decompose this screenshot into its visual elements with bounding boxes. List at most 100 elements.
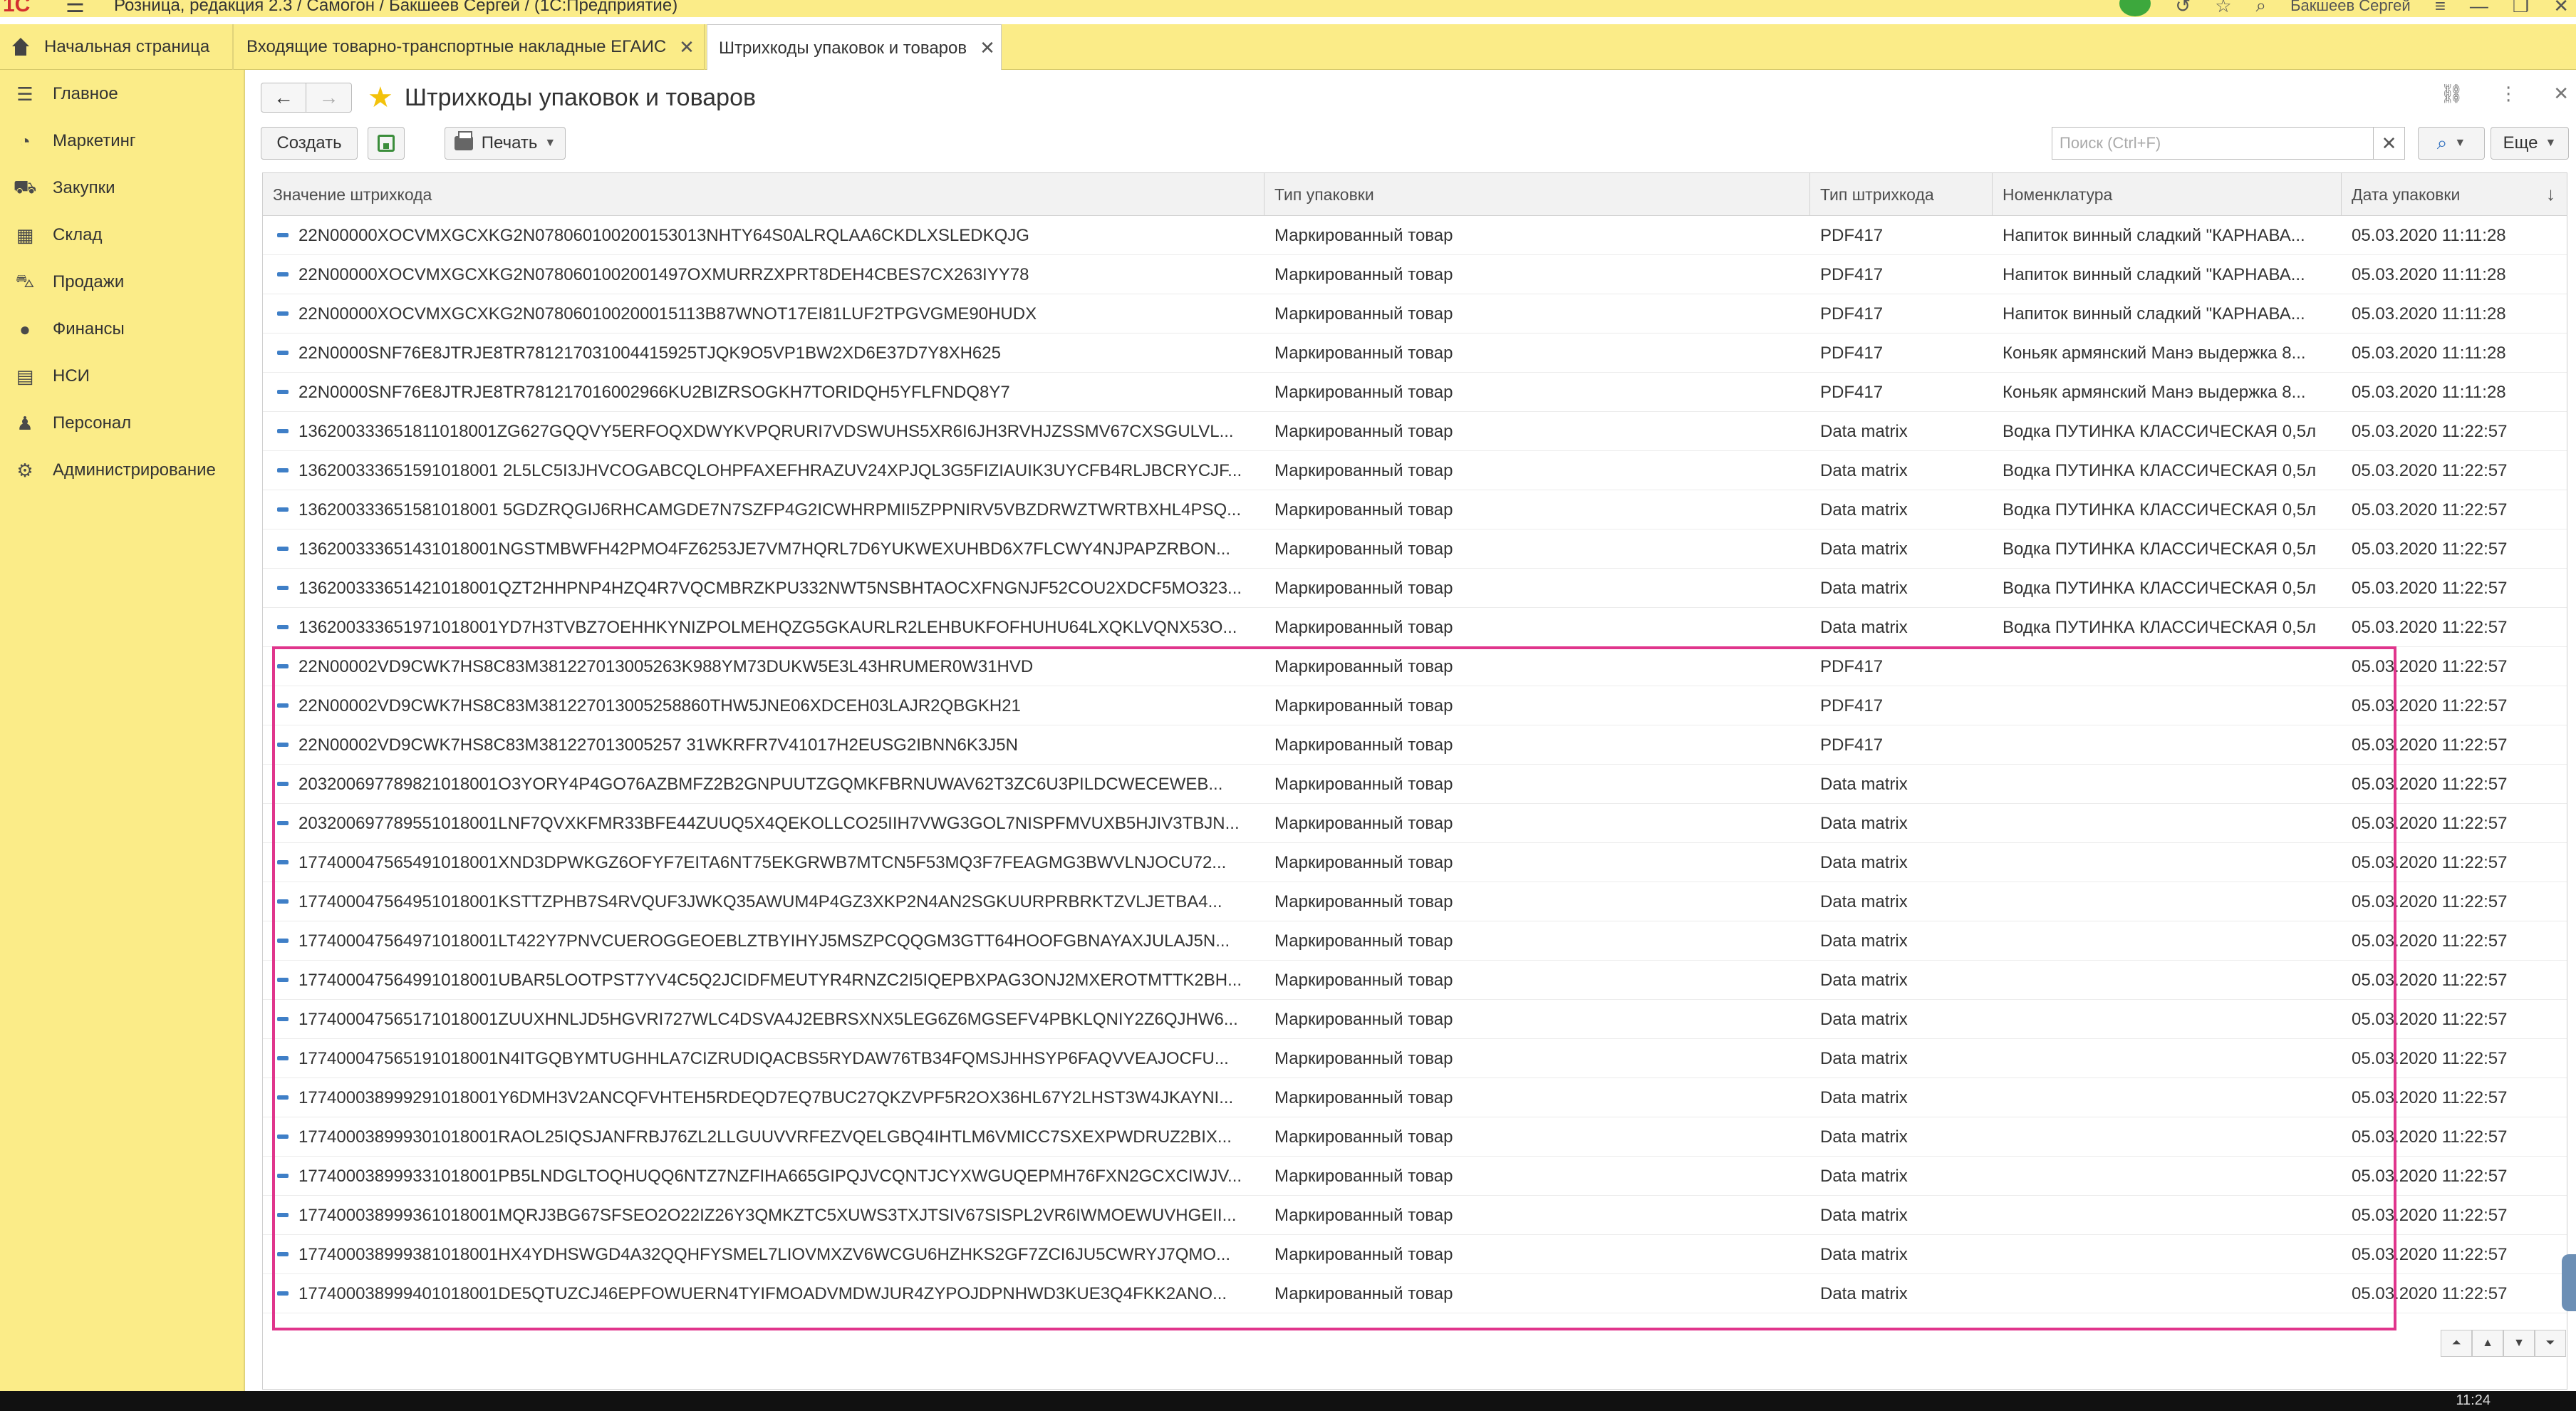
favorite-star-icon[interactable]: ★	[368, 83, 393, 112]
sidebar-item-sales[interactable]: ⛍ Продажи	[0, 261, 245, 304]
current-user[interactable]: Бакшеев Сергей	[2290, 0, 2411, 15]
scroll-last-icon[interactable]: ⏷	[2535, 1330, 2566, 1357]
column-header-package-type[interactable]: Тип упаковки	[1264, 173, 1810, 216]
table-row[interactable]: 177400047565191018001N4ITGQBYMTUGHHLA7CI…	[263, 1039, 2567, 1078]
table-row[interactable]: 177400038999381018001HX4YDHSWGD4A32QQHFY…	[263, 1235, 2567, 1274]
cell-package-type: Маркированный товар	[1264, 373, 1810, 412]
table-row[interactable]: 136200333651421018001QZT2HHPNP4HZQ4R7VQC…	[263, 569, 2567, 608]
table-row[interactable]: 22N00000XOCVMXGCXKG2N078060100200153013N…	[263, 216, 2567, 255]
search-icon[interactable]: ⌕	[2256, 0, 2267, 17]
print-button[interactable]: Печать ▼	[445, 127, 566, 160]
cell-nomenclature	[1993, 1000, 2342, 1039]
sort-descending-icon[interactable]: ↓	[2546, 183, 2555, 205]
table-row[interactable]: 177400038999361018001MQRJ3BG67SFSEO2O22I…	[263, 1196, 2567, 1235]
cell-barcode-type: Data matrix	[1810, 412, 1993, 451]
close-form-icon[interactable]: ✕	[2553, 83, 2569, 105]
sidebar-item-marketing[interactable]: ◔ Маркетинг	[0, 120, 245, 162]
cell-pack-date-text: 05.03.2020 11:22:57	[2352, 813, 2508, 833]
side-panel-handle[interactable]	[2562, 1254, 2576, 1311]
main-menu-icon[interactable]: ☰	[66, 0, 85, 17]
close-tab-icon[interactable]: ✕	[679, 36, 695, 58]
close-tab-icon[interactable]: ✕	[980, 37, 995, 59]
table-row[interactable]: 22N0000SNF76E8JTRJE8TR781217031004415925…	[263, 334, 2567, 373]
cell-package-type-text: Маркированный товар	[1274, 1127, 1453, 1147]
tab-barcodes[interactable]: Штрихкоды упаковок и товаров ✕	[707, 24, 1002, 71]
table-row[interactable]: 203200697789551018001LNF7QVXKFMR33BFE44Z…	[263, 804, 2567, 843]
table-row[interactable]: 136200333651591018001 2L5LC5I3JHVCOGABCQ…	[263, 451, 2567, 490]
table-row[interactable]: 177400047564951018001KSTTZPHB7S4RVQUF3JW…	[263, 882, 2567, 921]
sidebar-item-warehouse[interactable]: ▦ Склад	[0, 214, 245, 257]
cell-pack-date-text: 05.03.2020 11:22:57	[2352, 500, 2508, 520]
table-row[interactable]: 177400047565491018001XND3DPWKGZ6OFYF7EIT…	[263, 843, 2567, 882]
clear-search-button[interactable]: ✕	[2374, 127, 2405, 160]
table-row[interactable]: 136200333651431018001NGSTMBWFH42PMO4FZ62…	[263, 529, 2567, 569]
cell-nomenclature	[1993, 1117, 2342, 1157]
more-button[interactable]: Еще ▼	[2491, 127, 2569, 160]
forward-button[interactable]: →	[306, 83, 352, 113]
sidebar-item-finance[interactable]: ● Финансы	[0, 308, 245, 351]
search-options-button[interactable]: ⌕ ▼	[2418, 127, 2485, 160]
table-row[interactable]: 22N00002VD9CWK7HS8C83M381227013005263K98…	[263, 647, 2567, 686]
save-list-button[interactable]	[368, 127, 405, 160]
scroll-first-icon[interactable]: ⏶	[2441, 1330, 2472, 1357]
table-row[interactable]: 177400047564991018001UBAR5LOOTPST7YV4C5Q…	[263, 961, 2567, 1000]
tab-label: Входящие товарно-транспортные накладные …	[246, 37, 667, 56]
table-row[interactable]: 177400047565171018001ZUUXHNLJD5HGVRI727W…	[263, 1000, 2567, 1039]
tab-home[interactable]: Начальная страница	[0, 24, 234, 70]
cell-pack-date: 05.03.2020 11:11:28	[2342, 216, 2567, 255]
link-icon[interactable]: ⛓	[2440, 83, 2463, 105]
column-header-label: Дата упаковки	[2352, 185, 2461, 204]
notifications-icon[interactable]	[2119, 0, 2151, 16]
table-row[interactable]: 22N00002VD9CWK7HS8C83M381227013005258860…	[263, 686, 2567, 725]
table-row[interactable]: 22N00002VD9CWK7HS8C83M381227013005257 31…	[263, 725, 2567, 765]
back-button[interactable]: ←	[261, 83, 306, 113]
history-icon[interactable]: ↺	[2175, 0, 2191, 17]
restore-icon[interactable]: ❐	[2513, 0, 2529, 17]
column-header-barcode-type[interactable]: Тип штрихкода	[1810, 173, 1993, 216]
create-button[interactable]: Создать	[261, 127, 358, 160]
table-row[interactable]: 22N00000XOCVMXGCXKG2N078060100200015113B…	[263, 294, 2567, 334]
sidebar-item-main[interactable]: ☰ Главное	[0, 73, 245, 115]
cell-barcode-text: 22N0000SNF76E8JTRJE8TR781217016002966KU2…	[298, 382, 1010, 402]
table-row[interactable]: 22N0000SNF76E8JTRJE8TR781217016002966KU2…	[263, 373, 2567, 412]
cell-barcode: 136200333651421018001QZT2HHPNP4HZQ4R7VQC…	[263, 569, 1264, 608]
table-row[interactable]: 177400038999291018001Y6DMH3V2ANCQFVHTEH5…	[263, 1078, 2567, 1117]
table-row[interactable]: 22N00000XOCVMXGCXKG2N0780601002001497OXM…	[263, 255, 2567, 294]
favorites-star-icon[interactable]: ☆	[2215, 0, 2231, 17]
table-row[interactable]: 203200697789821018001O3YORY4P4GO76AZBMFZ…	[263, 765, 2567, 804]
settings-icon[interactable]: ≡	[2435, 0, 2446, 17]
sidebar-item-administration[interactable]: ⚙ Администрирование	[0, 449, 245, 492]
scroll-up-icon[interactable]: ▲	[2472, 1330, 2503, 1357]
cell-barcode-type-text: Data matrix	[1820, 578, 1908, 598]
table-row[interactable]: 177400047564971018001LT422Y7PNVCUEROGGEO…	[263, 921, 2567, 961]
table-row[interactable]: 136200333651971018001YD7H3TVBZ7OEHHKYNIZ…	[263, 608, 2567, 647]
more-vertical-icon[interactable]: ⋮	[2499, 83, 2518, 105]
column-header-pack-date[interactable]: Дата упаковки	[2342, 173, 2567, 216]
column-header-nomenclature[interactable]: Номенклатура	[1993, 173, 2342, 216]
sidebar-item-purchases[interactable]: ⛟ Закупки	[0, 167, 245, 210]
page-title: Штрихкоды упаковок и товаров	[404, 83, 757, 111]
cell-barcode-type: Data matrix	[1810, 765, 1993, 804]
cell-barcode-type-text: Data matrix	[1820, 813, 1908, 833]
sidebar-item-personnel[interactable]: ♟ Персонал	[0, 402, 245, 445]
cell-barcode-type-text: Data matrix	[1820, 1166, 1908, 1186]
cell-nomenclature: Напиток винный сладкий "КАРНАВА...	[1993, 255, 2342, 294]
cell-barcode-type: Data matrix	[1810, 451, 1993, 490]
close-window-icon[interactable]: ✕	[2553, 0, 2569, 17]
minimize-icon[interactable]: —	[2470, 0, 2488, 17]
table-row[interactable]: 177400038999331018001PB5LNDGLTOQHUQQ6NTZ…	[263, 1157, 2567, 1196]
cell-pack-date-text: 05.03.2020 11:22:57	[2352, 696, 2508, 715]
cell-barcode-text: 177400047564951018001KSTTZPHB7S4RVQUF3JW…	[298, 891, 1222, 911]
history-nav: ← →	[261, 83, 352, 113]
sidebar-item-nsi[interactable]: ▤ НСИ	[0, 355, 245, 398]
table-row[interactable]: 177400038999401018001DE5QTUZCJ46EPFOWUER…	[263, 1274, 2567, 1313]
column-header-barcode[interactable]: Значение штрихкода	[263, 173, 1264, 216]
table-row[interactable]: 136200333651811018001ZG627GQQVY5ERFOQXDW…	[263, 412, 2567, 451]
table-row[interactable]: 177400038999301018001RAOL25IQSJANFRBJ76Z…	[263, 1117, 2567, 1157]
scroll-down-icon[interactable]: ▼	[2503, 1330, 2535, 1357]
table-row[interactable]: 136200333651581018001 5GDZRQGIJ6RHCAMGDE…	[263, 490, 2567, 529]
search-input[interactable]: Поиск (Ctrl+F)	[2052, 127, 2374, 160]
cell-nomenclature-text: Водка ПУТИНКА КЛАССИЧЕСКАЯ 0,5л	[2003, 500, 2317, 520]
tab-egais-invoices[interactable]: Входящие товарно-транспортные накладные …	[235, 24, 705, 70]
cell-pack-date-text: 05.03.2020 11:22:57	[2352, 421, 2508, 441]
